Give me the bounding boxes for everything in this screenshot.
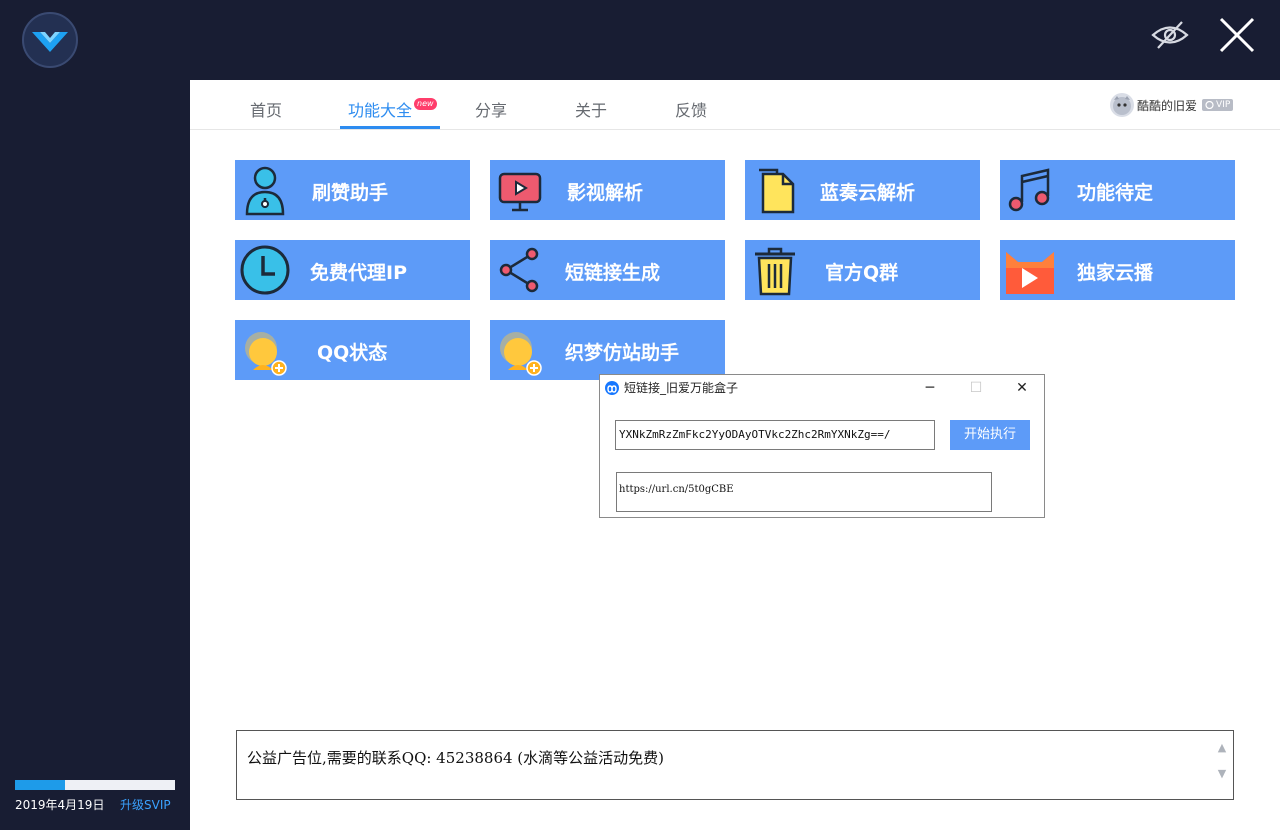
ad-textbox[interactable]: 公益广告位,需要的联系QQ: 45238864 (水滴等公益活动免费) ▲ ▼ [236,730,1234,800]
run-button[interactable]: 开始执行 [950,420,1030,450]
scroll-up-icon[interactable]: ▲ [1215,741,1229,755]
tab-bar: 首页 功能大全 new 分享 关于 反馈 酷酷的旧爱 VIP [190,80,1280,130]
feature-label: 独家云播 [1077,262,1154,284]
long-url-value: YXNkZmRzZmFkc2YyODAyOTVkc2Zhc2RmYXNkZg==… [619,428,891,441]
tab-features[interactable]: 功能大全 [348,97,412,121]
app-logo [22,12,78,68]
music-note-icon [1008,168,1050,212]
feature-official-group[interactable]: 官方Q群 [745,240,980,300]
progress-bar [15,780,175,790]
scroll-down-icon[interactable]: ▼ [1215,767,1229,781]
ad-text: 公益广告位,需要的联系QQ: 45238864 (水滴等公益活动免费) [247,749,665,767]
date-label: 2019年4月19日 [15,798,105,812]
short-link-dialog: 短链接_旧爱万能盒子 ─ ☐ ✕ YXNkZmRzZmFkc2YyODAyOTV… [599,374,1045,518]
feature-label: 影视解析 [567,182,644,204]
feature-qq-status[interactable]: QQ状态 [235,320,470,380]
tab-about[interactable]: 关于 [575,97,607,121]
document-icon [759,168,795,214]
maximize-button[interactable]: ☐ [953,375,999,401]
feature-dedecms-helper[interactable]: 织梦仿站助手 [490,320,725,380]
video-play-icon [498,172,542,212]
username: 酷酷的旧爱 [1137,98,1198,113]
progress-fill [15,780,65,790]
active-tab-indicator [340,126,440,129]
trash-icon [755,247,795,296]
feature-video-parse[interactable]: 影视解析 [490,160,725,220]
app-icon [605,381,619,395]
feature-label: 短链接生成 [565,262,661,284]
qq-status-icon [500,332,542,376]
upgrade-svip-link[interactable]: 升级SVIP [120,796,171,813]
tab-feedback[interactable]: 反馈 [675,97,707,121]
feature-lanzou-parse[interactable]: 蓝奏云解析 [745,160,980,220]
close-icon[interactable] [1216,14,1258,56]
feature-short-link[interactable]: 短链接生成 [490,240,725,300]
feature-label: 织梦仿站助手 [565,342,680,364]
clock-icon [240,245,290,295]
user-icon [245,166,285,216]
new-badge: new [414,98,437,110]
tab-home[interactable]: 首页 [250,97,282,121]
feature-tbd[interactable]: 功能待定 [1000,160,1235,220]
result-field[interactable]: https://url.cn/5t0gCBE [616,472,992,512]
feature-label: 蓝奏云解析 [820,182,916,204]
tab-share[interactable]: 分享 [475,97,507,121]
feature-label: 刷赞助手 [312,182,389,204]
dialog-close-button[interactable]: ✕ [999,375,1045,401]
share-icon [499,247,539,293]
minimize-button[interactable]: ─ [907,375,953,401]
eye-slash-icon[interactable] [1150,18,1190,52]
user-info[interactable]: 酷酷的旧爱 VIP [1110,93,1234,117]
cloud-play-icon [1006,252,1054,294]
feature-label: 官方Q群 [825,262,899,284]
feature-free-proxy[interactable]: 免费代理IP [235,240,470,300]
feature-like-helper[interactable]: 刷赞助手 [235,160,470,220]
feature-label: QQ状态 [317,342,388,364]
qq-status-icon [245,332,287,376]
cloud-icon [1205,101,1214,109]
vip-badge-label: VIP [1216,100,1231,110]
feature-cloud-play[interactable]: 独家云播 [1000,240,1235,300]
avatar [1110,93,1134,117]
feature-label: 功能待定 [1077,182,1154,204]
vip-badge: VIP [1202,99,1234,111]
dialog-title: 短链接_旧爱万能盒子 [624,381,739,395]
feature-label: 免费代理IP [310,262,407,284]
long-url-input[interactable]: YXNkZmRzZmFkc2YyODAyOTVkc2Zhc2RmYXNkZg==… [615,420,935,450]
